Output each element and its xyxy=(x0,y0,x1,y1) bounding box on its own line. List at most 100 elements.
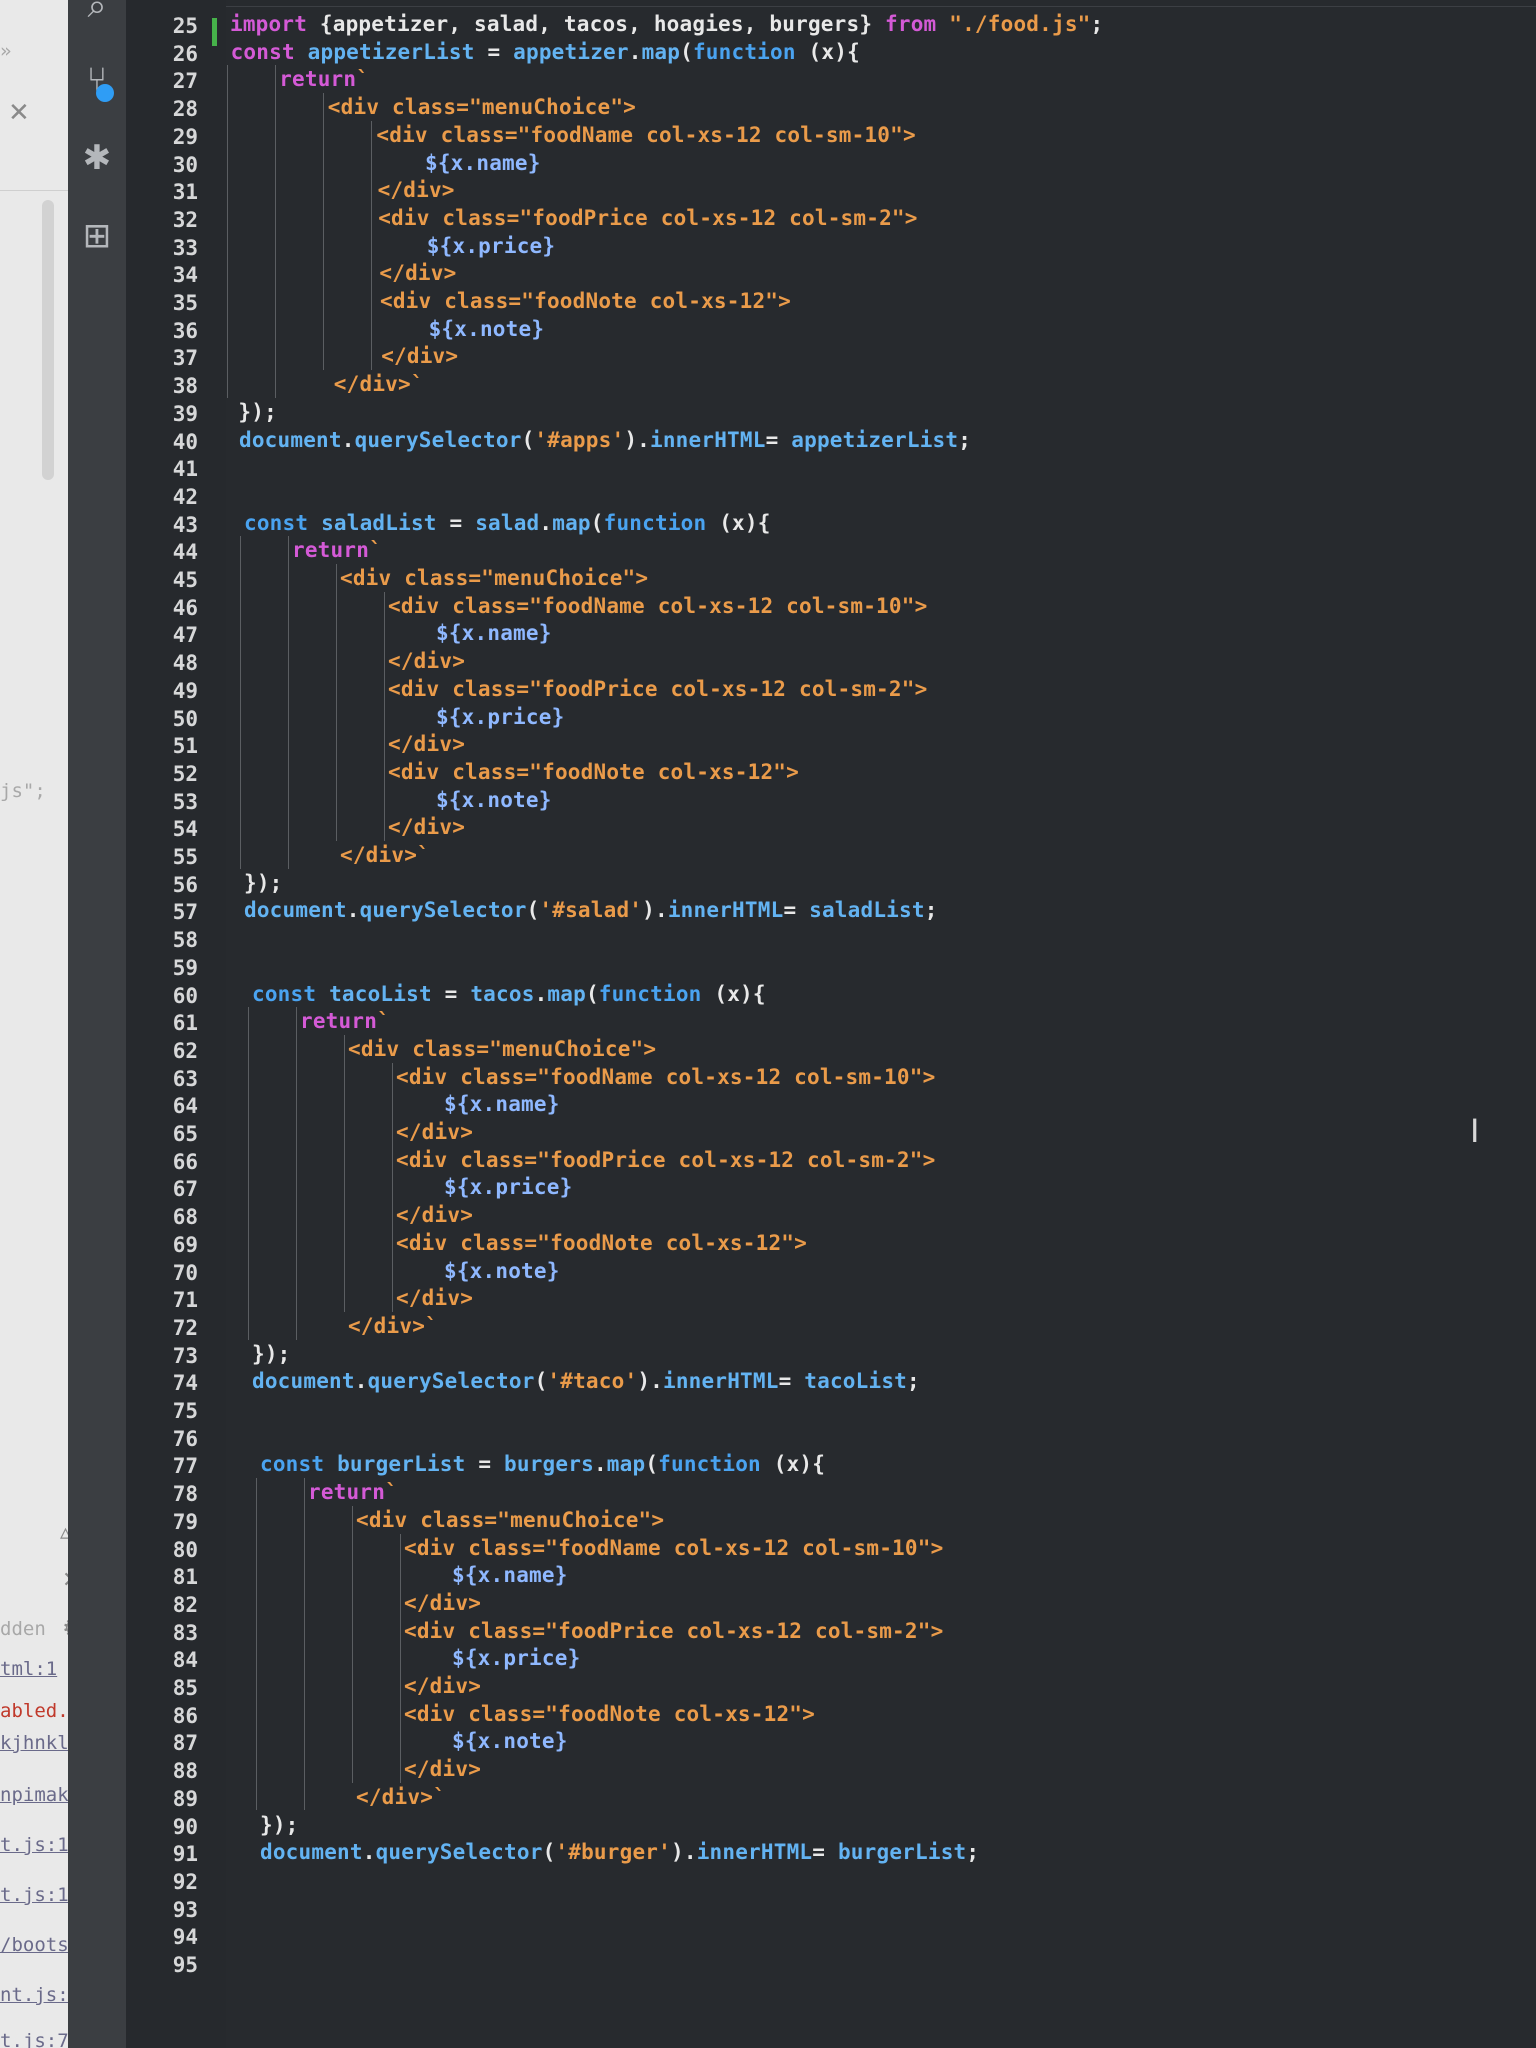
code-line[interactable]: <div class="menuChoice"> xyxy=(340,566,648,590)
code-line[interactable]: <div class="foodName col-xs-12 col-sm-10… xyxy=(396,1065,935,1089)
code-line[interactable]: </div> xyxy=(381,344,458,368)
code-line[interactable]: <div class="foodPrice col-xs-12 col-sm-2… xyxy=(378,206,917,230)
extensions-icon[interactable]: ⊞ xyxy=(68,216,126,256)
code-line[interactable]: </div>` xyxy=(348,1314,438,1338)
console-line[interactable]: nt.js:2 xyxy=(0,1984,68,2006)
close-icon[interactable]: ✕ xyxy=(8,98,30,128)
code-line[interactable]: const burgerList = burgers.map(function … xyxy=(260,1452,825,1476)
code-line[interactable]: document.querySelector('#salad').innerHT… xyxy=(244,898,938,922)
code-line[interactable]: ${x.name} xyxy=(425,151,541,175)
code-line[interactable]: document.querySelector('#taco').innerHTM… xyxy=(252,1369,920,1393)
code-token: </div> xyxy=(388,649,466,674)
panel-toggle-icon[interactable]: ▵ xyxy=(60,1520,68,1545)
code-line[interactable]: <div class="foodPrice col-xs-12 col-sm-2… xyxy=(388,677,927,701)
code-line[interactable]: return` xyxy=(308,1480,398,1504)
code-line[interactable]: ${x.price} xyxy=(452,1646,580,1670)
code-line[interactable]: ${x.note} xyxy=(436,788,552,812)
code-line[interactable]: return` xyxy=(300,1009,390,1033)
code-line[interactable]: ${x.price} xyxy=(436,705,564,729)
code-token: ${x.name} xyxy=(444,1092,560,1117)
console-line[interactable]: /bootst xyxy=(0,1934,68,1956)
code-line[interactable]: }); xyxy=(260,1813,299,1837)
code-line[interactable]: </div> xyxy=(396,1120,473,1144)
console-line[interactable]: t.js:1 xyxy=(0,1834,68,1856)
code-token: }); xyxy=(260,1812,299,1837)
code-line[interactable]: }); xyxy=(252,1342,291,1366)
code-line[interactable]: </div>` xyxy=(340,843,430,867)
code-token: ${x.name} xyxy=(452,1563,568,1588)
code-token: tacoList xyxy=(804,1369,908,1394)
search-icon[interactable]: ⌕ xyxy=(68,0,126,26)
code-line[interactable]: <div class="foodPrice col-xs-12 col-sm-2… xyxy=(404,1619,943,1643)
code-line[interactable]: </div>` xyxy=(356,1785,446,1809)
code-line[interactable]: <div class="foodNote col-xs-12"> xyxy=(396,1231,807,1255)
code-line[interactable]: ${x.price} xyxy=(444,1175,572,1199)
line-number: 28 xyxy=(172,97,198,122)
code-line[interactable]: const saladList = salad.map(function (x)… xyxy=(244,511,771,535)
console-line: » xyxy=(0,40,12,62)
code-line[interactable]: <div class="foodName col-xs-12 col-sm-10… xyxy=(388,594,927,618)
indent-guide xyxy=(400,1533,401,1783)
console-line[interactable]: t.js:75 xyxy=(0,2030,68,2048)
code-line[interactable]: ${x.name} xyxy=(436,621,552,645)
code-line[interactable]: document.querySelector('#apps').innerHTM… xyxy=(239,428,971,452)
code-line[interactable]: </div> xyxy=(388,732,465,756)
code-token: querySelector xyxy=(359,898,527,923)
code-line[interactable]: </div> xyxy=(388,815,465,839)
console-line: dden xyxy=(0,1618,46,1640)
code-line[interactable]: const tacoList = tacos.map(function (x){ xyxy=(252,982,766,1006)
code-token: . xyxy=(354,1369,368,1394)
code-token: <div class="foodPrice col-xs-12 col-sm-2… xyxy=(396,1147,936,1172)
code-token: function xyxy=(598,981,702,1006)
line-number: 29 xyxy=(172,124,198,149)
code-line[interactable]: const appetizerList = appetizer.map(func… xyxy=(231,40,860,64)
console-line[interactable]: npimak xyxy=(0,1784,68,1806)
console-line[interactable]: t.js:1 xyxy=(0,1884,68,1906)
code-line[interactable]: <div class="foodNote col-xs-12"> xyxy=(380,289,791,313)
code-line[interactable]: ${x.note} xyxy=(452,1729,568,1753)
console-line[interactable]: tml:1 xyxy=(0,1658,57,1680)
code-line[interactable]: ${x.note} xyxy=(429,317,545,341)
code-line[interactable]: ${x.name} xyxy=(444,1092,560,1116)
code-line[interactable]: return` xyxy=(292,538,382,562)
code-line[interactable]: document.querySelector('#burger').innerH… xyxy=(260,1840,979,1864)
code-line[interactable]: <div class="foodPrice col-xs-12 col-sm-2… xyxy=(396,1148,935,1172)
code-editor[interactable]: import {appetizer, salad, tacos, hoagies… xyxy=(226,0,1536,2048)
console-line[interactable]: kjhnkl xyxy=(0,1732,68,1754)
code-line[interactable]: <div class="menuChoice"> xyxy=(356,1508,664,1532)
code-line[interactable]: </div>` xyxy=(334,372,424,396)
code-token: = xyxy=(431,981,471,1006)
code-token: </div>` xyxy=(333,372,424,397)
code-line[interactable]: <div class="foodName col-xs-12 col-sm-10… xyxy=(404,1536,943,1560)
code-line[interactable]: </div> xyxy=(378,178,455,202)
indent-guide xyxy=(323,93,325,371)
code-line[interactable]: ${x.name} xyxy=(452,1563,568,1587)
panel-scrollbar[interactable] xyxy=(42,200,54,480)
code-line[interactable]: </div> xyxy=(396,1203,473,1227)
code-line[interactable]: </div> xyxy=(396,1286,473,1310)
code-token: function xyxy=(692,39,796,64)
code-line[interactable]: </div> xyxy=(379,261,456,285)
code-line[interactable]: ${x.price} xyxy=(427,234,555,258)
debug-icon[interactable]: ✱ xyxy=(68,138,126,178)
code-line[interactable]: }); xyxy=(238,400,277,424)
code-token: '#apps' xyxy=(534,427,625,452)
code-line[interactable]: </div> xyxy=(404,1591,481,1615)
code-line[interactable]: </div> xyxy=(404,1674,481,1698)
code-line[interactable]: <div class="foodNote col-xs-12"> xyxy=(388,760,799,784)
code-token: from xyxy=(885,12,937,36)
code-token: document xyxy=(252,1369,355,1394)
code-token: const xyxy=(244,510,309,535)
code-line[interactable]: ${x.note} xyxy=(444,1259,560,1283)
code-line[interactable]: </div> xyxy=(388,649,465,673)
code-line[interactable]: return` xyxy=(279,67,369,91)
code-line[interactable]: import {appetizer, salad, tacos, hoagies… xyxy=(230,12,1103,36)
code-line[interactable]: <div class="menuChoice"> xyxy=(348,1037,656,1061)
code-line[interactable]: <div class="foodNote col-xs-12"> xyxy=(404,1702,815,1726)
code-line[interactable]: <div class="foodName col-xs-12 col-sm-10… xyxy=(376,123,915,147)
code-line[interactable]: </div> xyxy=(404,1757,481,1781)
code-line[interactable]: }); xyxy=(244,871,283,895)
code-line[interactable]: <div class="menuChoice"> xyxy=(328,95,636,119)
indent-guide xyxy=(304,1478,305,1811)
